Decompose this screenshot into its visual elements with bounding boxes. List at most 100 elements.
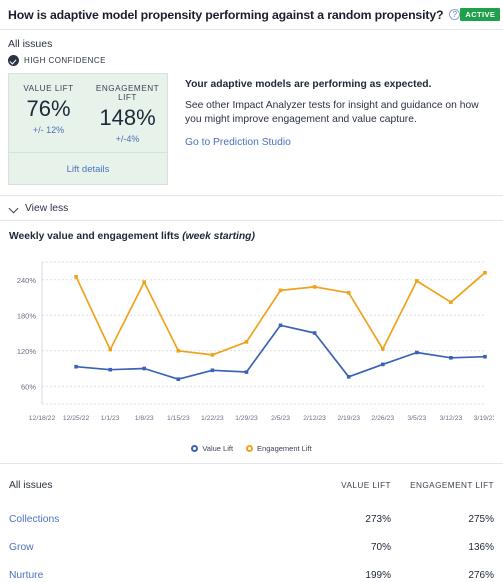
- table-row: Nurture 199% 276%: [0, 562, 503, 582]
- x-axis-tick-label: 2/19/23: [337, 415, 360, 422]
- x-axis-tick-label: 3/5/23: [407, 415, 426, 422]
- data-point: [74, 275, 78, 279]
- data-point: [142, 366, 146, 371]
- summary-text: Your adaptive models are performing as e…: [168, 73, 494, 185]
- x-axis-tick-label: 1/15/23: [167, 415, 190, 422]
- table-cell-name[interactable]: Collections: [0, 506, 279, 534]
- help-icon[interactable]: ?: [449, 9, 461, 20]
- data-point: [278, 288, 283, 293]
- x-axis-tick-label: 2/12/23: [303, 415, 326, 422]
- summary-section: All issues HIGH CONFIDENCE VALUE LIFT 76…: [0, 30, 503, 197]
- data-point: [108, 367, 112, 372]
- data-point: [381, 362, 385, 367]
- data-point: [312, 331, 317, 335]
- issues-table-section: All issues VALUE LIFT ENGAGEMENT LIFT Co…: [0, 463, 503, 582]
- data-point: [346, 375, 351, 379]
- data-point: [449, 356, 453, 360]
- metric-value-lift-value: 76%: [26, 96, 71, 121]
- metric-value-lift-margin: +/- 12%: [32, 125, 65, 136]
- y-axis-tick-label: 60%: [21, 382, 36, 391]
- table-head: All issues VALUE LIFT ENGAGEMENT LIFT: [0, 464, 503, 506]
- chart-title: Weekly value and engagement lifts (week …: [9, 231, 494, 242]
- view-less-label: View less: [25, 203, 69, 215]
- metric-engagement-lift-value: 148%: [99, 105, 156, 130]
- chart-title-main: Weekly value and engagement lifts: [9, 231, 183, 243]
- line-chart-svg: 60% 120% 180% 240% 12/18/22 12/25/22 1/1/23 1/8…: [17, 261, 494, 422]
- table-cell-name[interactable]: Nurture: [0, 562, 279, 582]
- data-point: [210, 353, 215, 357]
- x-axis-tick-label: 1/22/23: [201, 415, 224, 422]
- chart-title-italic: (week starting): [182, 231, 255, 243]
- x-axis-tick-label: 2/26/23: [371, 415, 394, 422]
- x-axis-tick-label: 3/12/23: [440, 415, 463, 422]
- legend-dot-value-lift-icon: [191, 445, 199, 453]
- x-axis-tick-label: 1/1/23: [101, 415, 120, 422]
- table-cell-engagement-lift: 276%: [468, 570, 494, 582]
- view-less-toggle[interactable]: View less: [0, 196, 503, 222]
- data-point: [346, 291, 351, 295]
- series-line-value-lift: [75, 324, 486, 381]
- y-axis-tick-label: 240%: [17, 276, 37, 285]
- impact-analyzer-card: How is adaptive model propensity perform…: [0, 0, 503, 582]
- data-point: [142, 280, 146, 284]
- x-axis-tick-label: 1/8/23: [135, 415, 154, 422]
- status-badge: ACTIVE: [460, 8, 501, 21]
- table-header-row: All issues VALUE LIFT ENGAGEMENT LIFT: [0, 464, 503, 506]
- metric-value-lift-label: VALUE LIFT: [23, 84, 74, 93]
- card-header: How is adaptive model propensity perform…: [0, 0, 503, 30]
- data-point: [108, 347, 112, 352]
- table-row: Collections 273% 275%: [0, 506, 503, 534]
- data-point: [449, 300, 453, 305]
- column-header-engagement-lift: ENGAGEMENT LIFT: [410, 481, 494, 491]
- y-axis-tick-label: 120%: [17, 347, 37, 356]
- lift-metrics: VALUE LIFT 76% +/- 12% ENGAGEMENT LIFT 1…: [9, 74, 167, 152]
- confidence-label: HIGH CONFIDENCE: [24, 56, 106, 65]
- lift-details-row: Lift details: [9, 152, 167, 184]
- x-axis-tick-label: 3/19/23: [474, 415, 494, 422]
- data-point: [415, 279, 419, 283]
- x-axis-tick-label: 1/29/23: [235, 415, 258, 422]
- check-circle-icon: [8, 55, 19, 66]
- chevron-down-icon: [9, 204, 18, 213]
- metric-engagement-lift-label: ENGAGEMENT LIFT: [95, 84, 160, 102]
- chart-plot: 60% 120% 180% 240% 12/18/22 12/25/22 1/1/23 1/8…: [9, 256, 494, 446]
- data-point: [74, 364, 78, 369]
- metric-value-lift: VALUE LIFT 76% +/- 12%: [9, 84, 88, 144]
- x-axis-tick-label: 2/5/23: [271, 415, 290, 422]
- table-body: Collections 273% 275% Grow 70% 136% Nurture 199…: [0, 506, 503, 582]
- prediction-studio-link[interactable]: Go to Prediction Studio: [185, 137, 291, 148]
- table-cell-name[interactable]: Grow: [0, 534, 279, 562]
- summary-scope-label: All issues: [8, 38, 53, 50]
- x-axis-tick-label: 12/18/22: [29, 415, 56, 422]
- series-line-engagement-lift: [75, 271, 486, 356]
- data-point: [176, 349, 181, 353]
- y-axis-tick-label: 180%: [17, 311, 37, 320]
- data-point: [415, 350, 419, 355]
- data-point: [244, 340, 249, 344]
- summary-body: VALUE LIFT 76% +/- 12% ENGAGEMENT LIFT 1…: [8, 73, 494, 186]
- chart-section: Weekly value and engagement lifts (week …: [0, 221, 503, 453]
- metric-engagement-lift: ENGAGEMENT LIFT 148% +/-4%: [88, 84, 167, 144]
- confidence-row: HIGH CONFIDENCE: [8, 55, 494, 66]
- column-header-name: All issues: [9, 480, 53, 492]
- table-cell-value-lift: 273%: [365, 514, 391, 526]
- legend-dot-engagement-lift-icon: [246, 445, 254, 453]
- summary-headline: Your adaptive models are performing as e…: [185, 79, 432, 90]
- data-point: [381, 347, 385, 351]
- issues-table: All issues VALUE LIFT ENGAGEMENT LIFT Co…: [0, 464, 503, 582]
- table-row: Grow 70% 136%: [0, 534, 503, 562]
- lift-summary-box: VALUE LIFT 76% +/- 12% ENGAGEMENT LIFT 1…: [8, 73, 168, 186]
- table-cell-engagement-lift: 136%: [468, 542, 494, 554]
- data-point: [483, 270, 487, 275]
- table-cell-value-lift: 70%: [370, 542, 391, 554]
- data-point: [210, 368, 215, 373]
- column-header-value-lift: VALUE LIFT: [341, 481, 391, 491]
- data-point: [483, 354, 487, 359]
- data-point: [312, 285, 317, 289]
- data-point: [244, 370, 249, 374]
- lift-details-link[interactable]: Lift details: [67, 164, 110, 175]
- summary-description: See other Impact Analyzer tests for insi…: [185, 100, 479, 125]
- data-point: [278, 323, 283, 328]
- table-cell-engagement-lift: 275%: [468, 514, 494, 526]
- metric-engagement-lift-margin: +/-4%: [115, 134, 140, 145]
